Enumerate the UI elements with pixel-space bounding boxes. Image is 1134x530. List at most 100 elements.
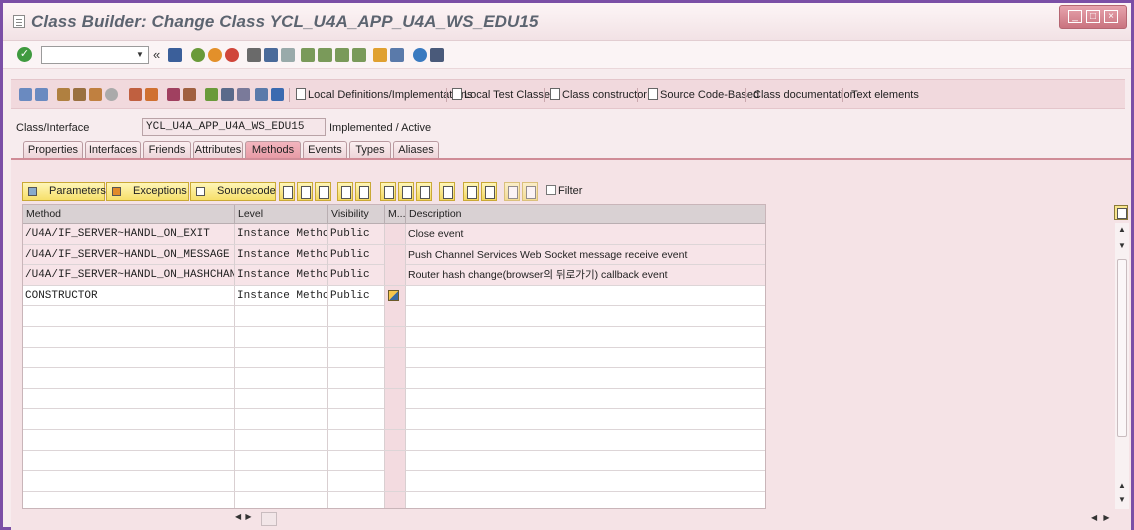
previous-page-icon[interactable] (318, 48, 332, 62)
back-icon[interactable] (191, 48, 205, 62)
cancel-icon[interactable] (225, 48, 239, 62)
column-header-visibility[interactable]: Visibility (328, 205, 385, 224)
empty-row[interactable] (23, 327, 765, 348)
close-button[interactable]: × (1104, 10, 1118, 23)
method-cell[interactable]: /U4A/IF_SERVER~HANDL_ON_MESSAGE (23, 244, 235, 265)
table-row[interactable]: CONSTRUCTOR Instance Method Public (23, 285, 765, 307)
find-icon[interactable] (463, 182, 479, 201)
command-input[interactable] (42, 47, 132, 63)
scroll-thumb[interactable] (261, 512, 277, 526)
delete-row-icon[interactable] (355, 182, 371, 201)
enter-check-icon[interactable]: ✓ (17, 47, 32, 62)
last-page-icon[interactable] (352, 48, 366, 62)
description-cell[interactable]: Push Channel Services Web Socket message… (406, 245, 765, 265)
sort-icon[interactable] (439, 182, 455, 201)
sourcecode-button[interactable]: Sourcecode (190, 182, 276, 201)
empty-row[interactable] (23, 306, 765, 327)
source-code-icon[interactable] (388, 289, 399, 301)
empty-row[interactable] (23, 471, 765, 492)
customize-layout-icon[interactable] (430, 48, 444, 62)
visibility-cell[interactable]: Public (328, 265, 385, 286)
tab-friends[interactable]: Friends (143, 141, 191, 159)
command-field[interactable]: ▼ (41, 46, 149, 64)
pencil-icon[interactable] (145, 88, 158, 101)
layout-icon[interactable] (221, 88, 234, 101)
arrow-right-icon[interactable] (35, 88, 48, 101)
check-icon[interactable] (73, 88, 86, 101)
tab-methods[interactable]: Methods (245, 141, 301, 159)
paste-icon[interactable] (416, 182, 432, 201)
where-used-icon[interactable] (105, 88, 118, 101)
column-header-method[interactable]: Method (23, 205, 235, 224)
description-cell[interactable]: Close event (406, 224, 765, 244)
navigate-icon[interactable] (167, 88, 180, 101)
table-icon[interactable] (237, 88, 250, 101)
method-cell[interactable]: /U4A/IF_SERVER~HANDL_ON_EXIT (23, 224, 235, 244)
first-page-icon[interactable] (301, 48, 315, 62)
scroll-up-icon[interactable]: ▲ (1118, 225, 1126, 234)
description-cell[interactable] (406, 286, 765, 306)
level-cell[interactable]: Instance Method (235, 224, 328, 244)
tab-interfaces[interactable]: Interfaces (85, 141, 141, 159)
detail-view-icon[interactable] (279, 182, 295, 201)
empty-row[interactable] (23, 430, 765, 451)
level-cell[interactable]: Instance Method (235, 244, 328, 265)
visibility-cell[interactable]: Public (328, 244, 385, 265)
tab-aliases[interactable]: Aliases (393, 141, 439, 159)
chevron-down-icon[interactable]: ▼ (133, 48, 147, 62)
redo-icon[interactable] (522, 182, 538, 201)
arrow-left-icon[interactable] (19, 88, 32, 101)
scroll-left-icon[interactable]: ◀ (235, 512, 241, 521)
method-cell[interactable]: /U4A/IF_SERVER~HANDL_ON_HASHCHANGE (23, 265, 235, 286)
copy-icon[interactable] (398, 182, 414, 201)
class-name-field[interactable]: YCL_U4A_APP_U4A_WS_EDU15 (142, 118, 326, 136)
tab-properties[interactable]: Properties (23, 141, 83, 159)
superclass-icon[interactable] (205, 88, 218, 101)
text-elements-button[interactable]: Text elements (851, 87, 919, 103)
class-constructor-button[interactable]: Class constructor (550, 87, 647, 103)
empty-row[interactable] (23, 368, 765, 389)
hierarchy-icon[interactable] (183, 88, 196, 101)
help-icon[interactable] (413, 48, 427, 62)
activate-icon[interactable] (89, 88, 102, 101)
append-row-icon[interactable] (337, 182, 353, 201)
parameters-button[interactable]: Parameters (22, 182, 106, 201)
tab-attributes[interactable]: Attributes (193, 141, 243, 159)
table-row[interactable]: /U4A/IF_SERVER~HANDL_ON_HASHCHANGE Insta… (23, 265, 765, 286)
tab-types[interactable]: Types (349, 141, 391, 159)
filter-checkbox[interactable]: Filter (546, 185, 582, 197)
find-next-icon[interactable] (481, 182, 497, 201)
minimize-button[interactable]: _ (1068, 10, 1082, 23)
shortcut-icon[interactable] (390, 48, 404, 62)
undo-icon[interactable] (504, 182, 520, 201)
method-cell[interactable]: CONSTRUCTOR (23, 285, 235, 306)
class-documentation-button[interactable]: Class documentation (753, 87, 856, 103)
scroll-left-icon[interactable]: ◀ (1091, 513, 1097, 522)
level-cell[interactable]: Instance Method (235, 285, 328, 306)
double-chevron-left-icon[interactable]: « (153, 47, 160, 62)
insert-row-icon[interactable] (315, 182, 331, 201)
filter-funnel-icon[interactable] (255, 88, 268, 101)
tab-events[interactable]: Events (303, 141, 347, 159)
scroll-up-icon[interactable]: ▲ (1118, 481, 1126, 490)
empty-row[interactable] (23, 409, 765, 430)
column-header-level[interactable]: Level (235, 205, 328, 224)
save-icon[interactable] (168, 48, 182, 62)
display-change-icon[interactable] (57, 88, 70, 101)
next-page-icon[interactable] (335, 48, 349, 62)
empty-row[interactable] (23, 491, 765, 508)
source-code-based-button[interactable]: Source Code-Based (648, 87, 759, 103)
modeled-cell[interactable] (385, 244, 406, 265)
maximize-button[interactable]: □ (1086, 10, 1100, 23)
find-icon[interactable] (264, 48, 278, 62)
visibility-cell[interactable]: Public (328, 224, 385, 244)
level-cell[interactable]: Instance Method (235, 265, 328, 286)
empty-row[interactable] (23, 450, 765, 472)
copy-row-icon[interactable] (297, 182, 313, 201)
info-icon[interactable] (271, 88, 284, 101)
column-header-description[interactable]: Description (406, 205, 765, 224)
description-cell[interactable]: Router hash change(browser의 뒤로가기) callba… (406, 265, 765, 285)
column-layout-icon[interactable] (1114, 205, 1128, 220)
print-icon[interactable] (247, 48, 261, 62)
modeled-cell[interactable] (385, 224, 406, 244)
